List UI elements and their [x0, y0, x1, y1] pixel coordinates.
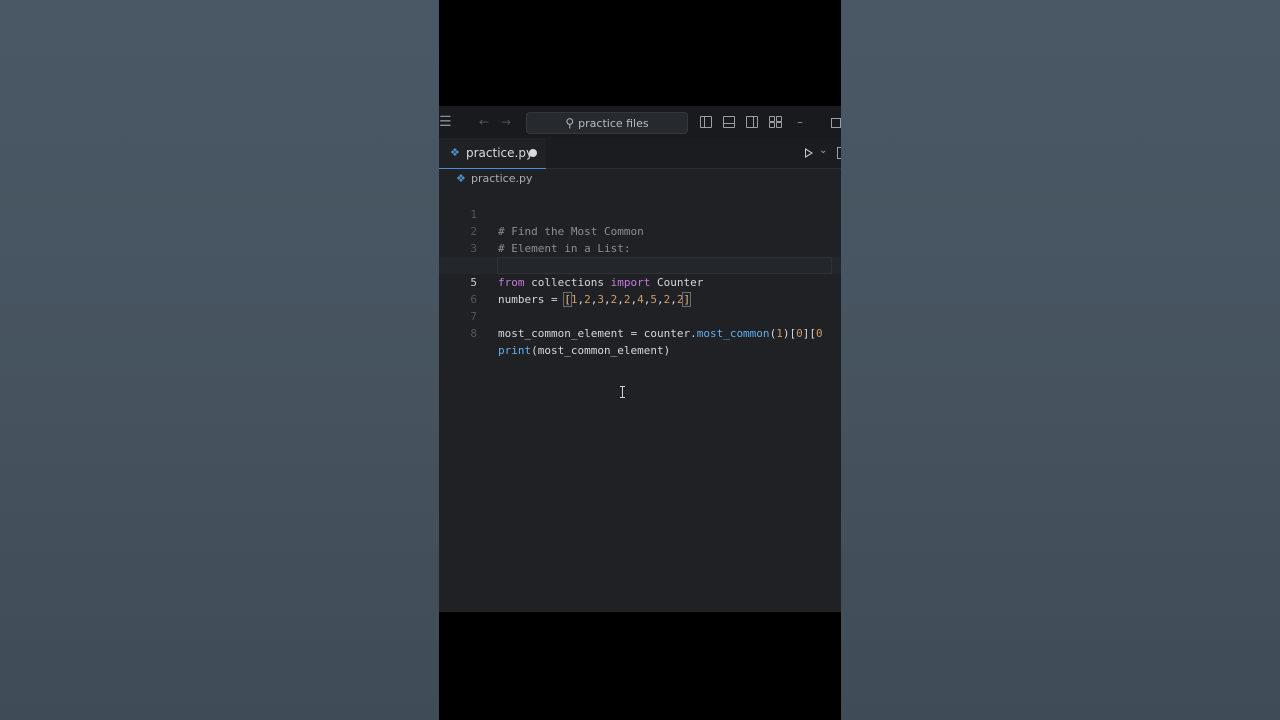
- back-arrow-icon[interactable]: ←: [479, 106, 489, 138]
- forward-arrow-icon[interactable]: →: [501, 106, 511, 138]
- search-label: practice files: [578, 117, 649, 130]
- python-file-icon: ❖: [456, 172, 466, 185]
- toggle-sidebar-icon[interactable]: [700, 116, 712, 128]
- chevron-down-icon[interactable]: ⌄: [819, 145, 827, 156]
- code-text: most_common_element = counter.most_commo…: [498, 325, 823, 342]
- maximize-icon[interactable]: [831, 118, 841, 128]
- unsaved-changes-dot[interactable]: [529, 149, 537, 157]
- code-editor-window: ☰ ← → ⚲practice files – ❖ practice.py ⌄: [439, 106, 841, 612]
- code-line[interactable]: 6: [439, 274, 841, 306]
- run-python-file-icon[interactable]: [805, 148, 813, 158]
- breadcrumb: ❖ practice.py: [439, 169, 841, 189]
- code-line[interactable]: 2 # Element in a List:: [439, 206, 841, 255]
- customize-layout-icon-part: [776, 122, 782, 128]
- code-text: print(most_common_element): [498, 342, 670, 359]
- number-token: 0: [815, 327, 823, 340]
- function-token: most_common: [696, 327, 770, 340]
- identifier-token: counter: [643, 327, 691, 340]
- python-file-icon: ❖: [450, 146, 460, 159]
- search-icon: ⚲: [565, 116, 575, 130]
- editor-tab-bar: ❖ practice.py ⌄: [439, 138, 841, 169]
- code-area[interactable]: 1 # Find the Most Common 2 # Element in …: [439, 189, 841, 357]
- split-editor-icon[interactable]: [837, 147, 841, 159]
- line-number: 8: [470, 327, 477, 340]
- number-token: 0: [796, 327, 803, 340]
- code-line[interactable]: 7 most_common_element = counter.most_com…: [439, 291, 841, 340]
- video-frame: ☰ ← → ⚲practice files – ❖ practice.py ⌄: [439, 0, 841, 720]
- toggle-secondary-sidebar-icon[interactable]: [746, 116, 758, 128]
- function-token: print: [498, 344, 532, 357]
- text-token: .: [690, 327, 697, 340]
- background-right: [841, 0, 1280, 720]
- title-bar: ☰ ← → ⚲ practice files –: [439, 106, 841, 138]
- breadcrumb-file[interactable]: practice.py: [471, 172, 532, 185]
- code-line[interactable]: 8 print(most_common_element): [439, 308, 841, 357]
- number-token: 1: [776, 327, 783, 340]
- code-line[interactable]: 4 from collections import Counter: [439, 240, 841, 289]
- code-line[interactable]: 1 # Find the Most Common: [439, 189, 841, 238]
- text-cursor-icon: [620, 386, 625, 398]
- text-token: ): [663, 344, 671, 357]
- customize-layout-icon-part: [769, 122, 775, 128]
- background-left: [0, 0, 439, 720]
- identifier-token: most_common_element: [498, 327, 624, 340]
- toggle-panel-icon[interactable]: [723, 116, 735, 128]
- text-token: (: [531, 344, 538, 357]
- command-center-search[interactable]: ⚲ practice files: [526, 112, 688, 134]
- tab-practice-py[interactable]: ❖ practice.py: [439, 138, 546, 169]
- identifier-token: most_common_element: [537, 344, 664, 357]
- code-line[interactable]: 3: [439, 223, 841, 255]
- tab-label: practice.py: [466, 146, 534, 160]
- code-line-current[interactable]: 5 numbers = [1,2,3,2,2,4,5,2,2]: [439, 257, 841, 307]
- bracket-token: [: [809, 327, 816, 340]
- minimize-icon[interactable]: –: [797, 106, 803, 138]
- menu-icon[interactable]: ☰: [439, 106, 452, 138]
